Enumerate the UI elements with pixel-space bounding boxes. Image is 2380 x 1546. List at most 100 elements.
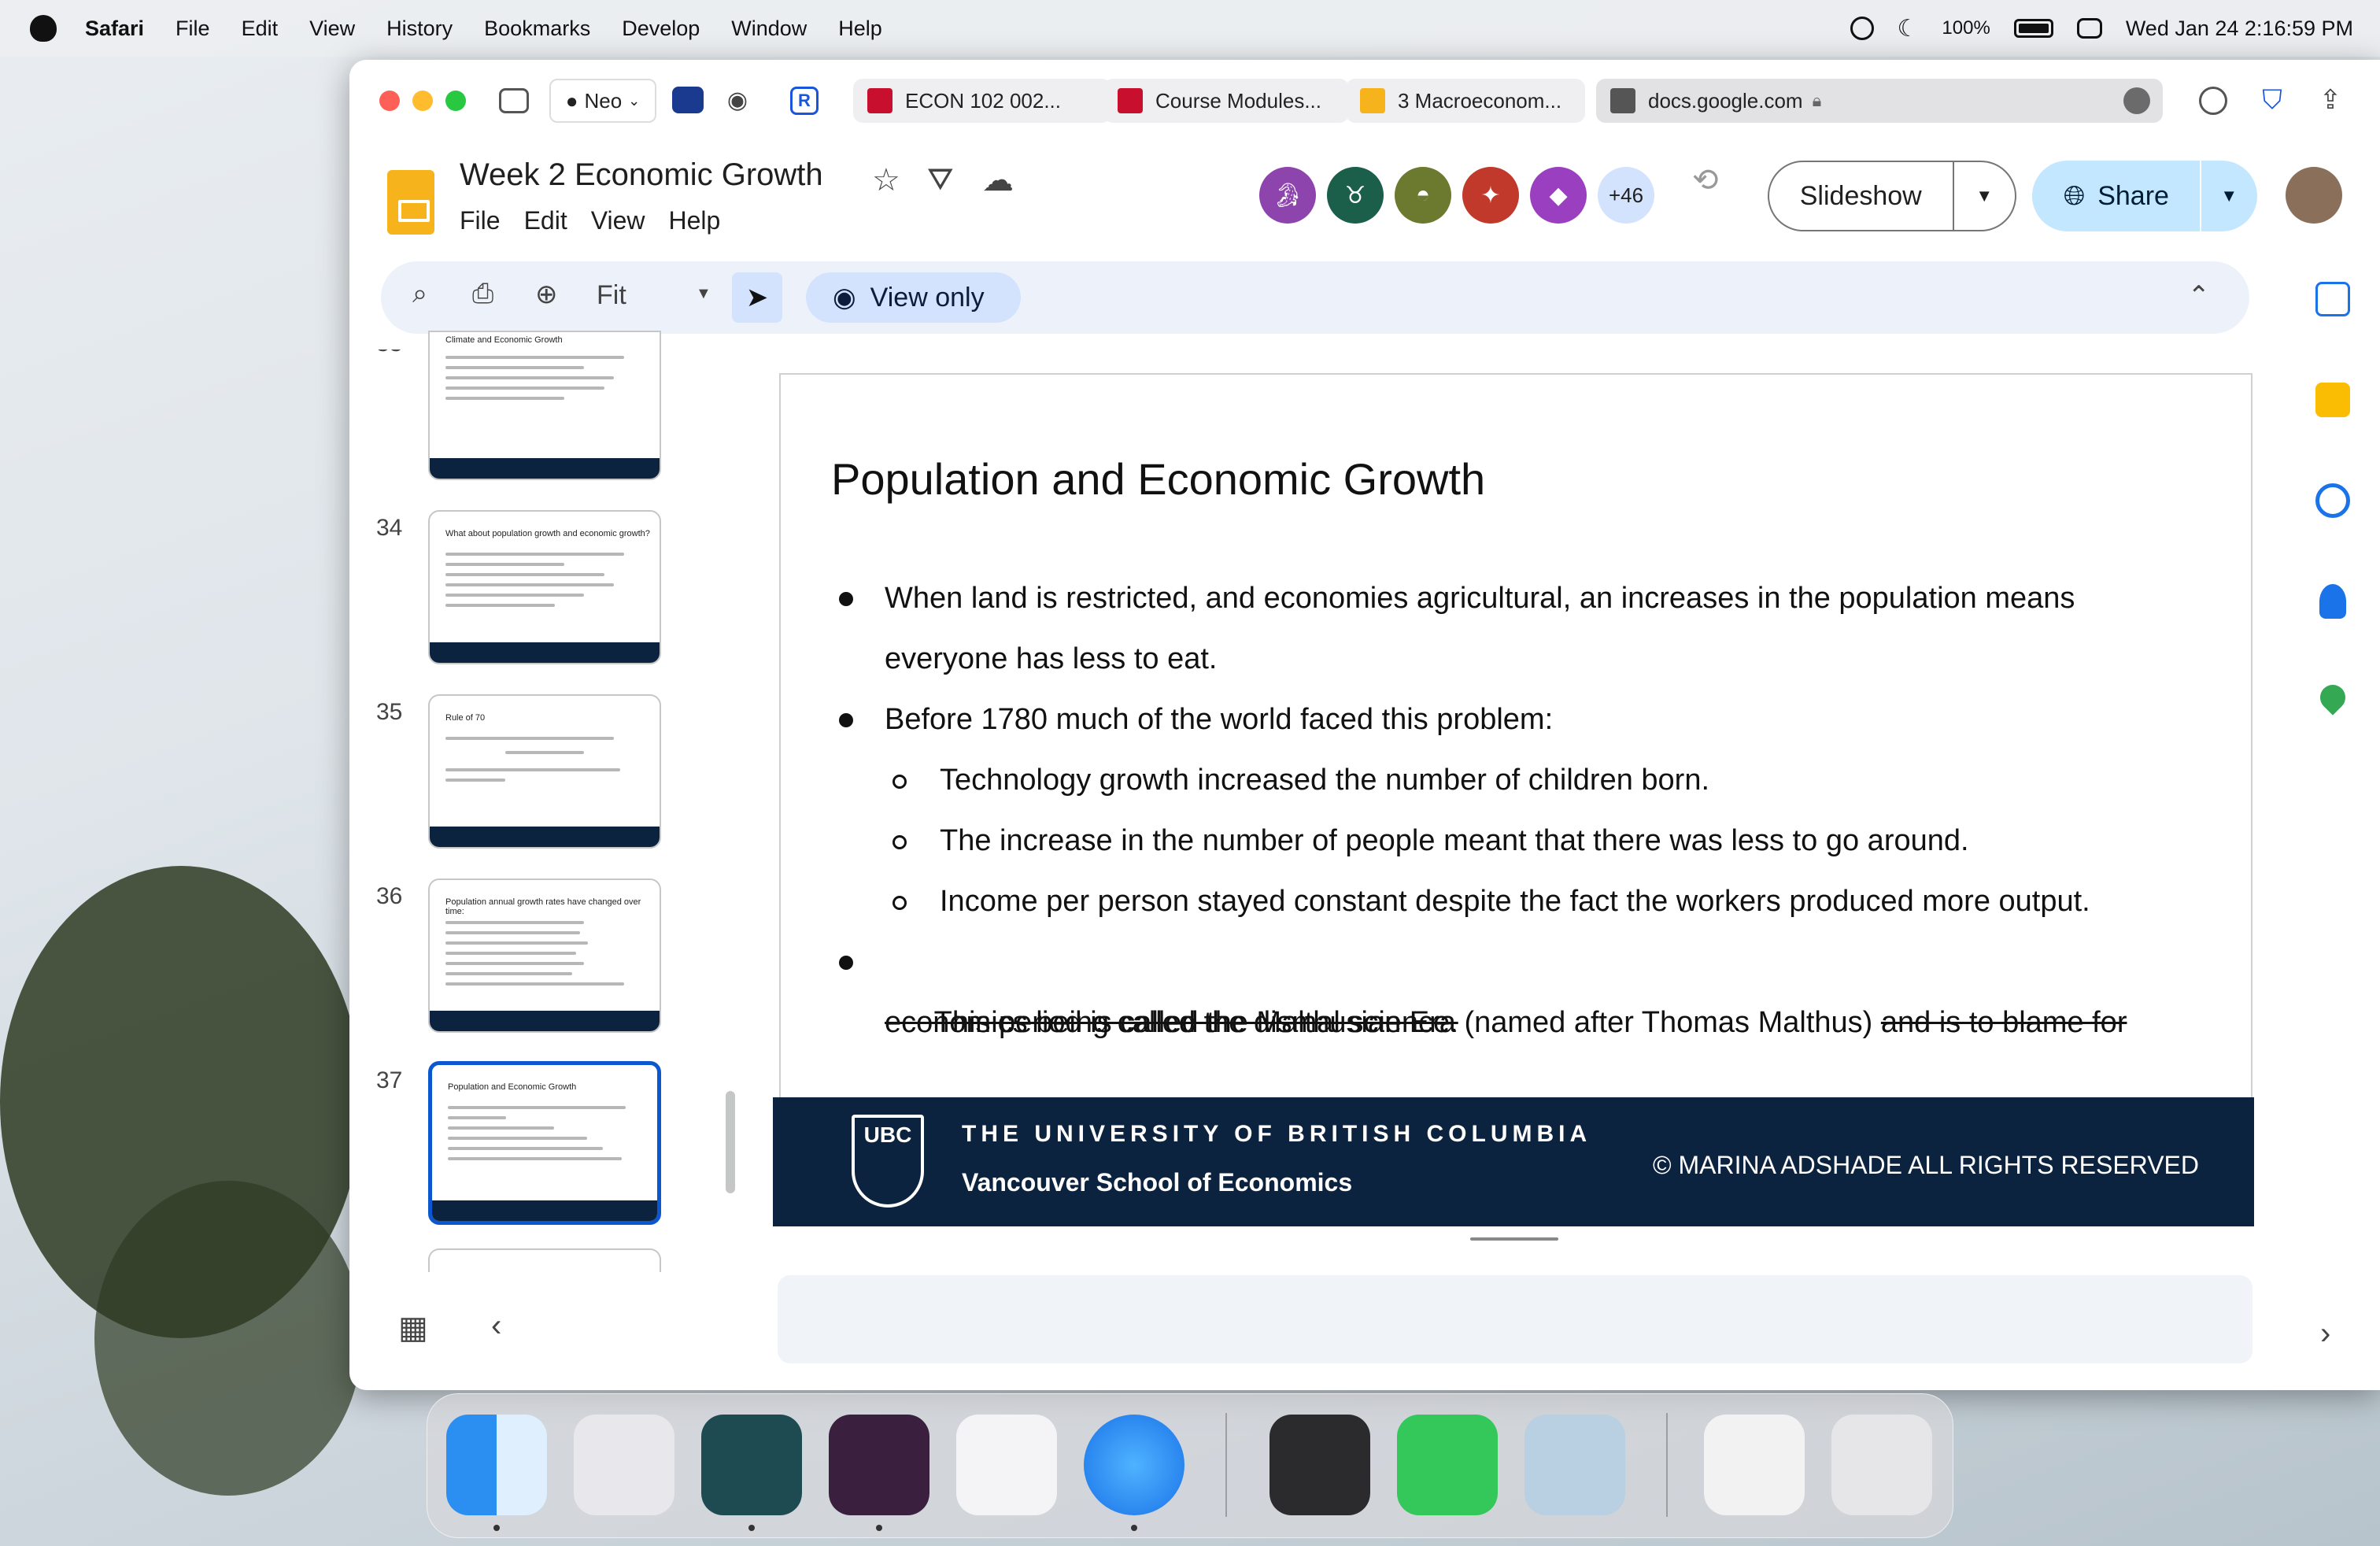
tab-course-modules[interactable]: Course Modules... <box>1103 79 1349 123</box>
clock-datetime[interactable]: Wed Jan 24 2:16:59 PM <box>2126 17 2353 41</box>
profile-switcher[interactable]: ● Neo ⌄ <box>549 79 656 123</box>
share-dropdown-icon[interactable]: ▼ <box>2200 161 2256 231</box>
docs-menu-view[interactable]: View <box>591 206 645 235</box>
tab-macroeconomics[interactable]: 3 Macroeconom... <box>1346 79 1585 123</box>
docs-menu-help[interactable]: Help <box>668 206 720 235</box>
share-button[interactable]: 🌐︎ Share ▼ <box>2032 161 2257 231</box>
slideshow-label: Slideshow <box>1769 162 1954 230</box>
slide-thumbnail[interactable]: Rule of 70 <box>428 694 661 849</box>
safari-window: ● Neo ⌄ ◉ R ECON 102 002... Course Modul… <box>349 60 2380 1390</box>
zoom-window-button[interactable] <box>445 91 466 111</box>
slide-bullet: When land is restricted, and economies a… <box>885 582 2075 615</box>
notchmeister-icon[interactable] <box>956 1415 1057 1515</box>
page-menu-icon[interactable] <box>2123 87 2150 114</box>
docs-menu-edit[interactable]: Edit <box>524 206 567 235</box>
collaborator-avatar[interactable]: ♉︎ <box>1327 167 1384 224</box>
presentation-extension-icon[interactable] <box>672 87 704 113</box>
collapse-filmstrip-icon[interactable]: ‹ <box>491 1308 501 1344</box>
close-tab-icon[interactable] <box>1610 88 1635 113</box>
r-extension-icon[interactable]: R <box>790 87 819 115</box>
control-center-icon[interactable] <box>2076 18 2102 39</box>
account-avatar[interactable] <box>2286 167 2342 224</box>
chevron-down-icon: ⌄ <box>628 92 641 109</box>
owl-extension-icon[interactable]: ◉ <box>719 83 756 117</box>
tab-docs-google[interactable]: docs.google.com 🔒︎ <box>1596 79 2163 123</box>
presentation-title[interactable]: Week 2 Economic Growth <box>460 157 823 193</box>
maps-icon[interactable] <box>2315 679 2351 716</box>
trash-icon[interactable] <box>1831 1415 1932 1515</box>
speaker-notes-area[interactable] <box>778 1275 2252 1363</box>
menu-edit[interactable]: Edit <box>242 17 279 41</box>
menu-view[interactable]: View <box>309 17 355 41</box>
calendar-icon[interactable] <box>2315 282 2350 316</box>
close-window-button[interactable] <box>379 91 400 111</box>
share-sheet-icon[interactable]: ⇪ <box>2312 83 2349 117</box>
battery-icon[interactable] <box>2013 19 2053 38</box>
menu-help[interactable]: Help <box>838 17 882 41</box>
slideshow-button[interactable]: Slideshow ▼ <box>1768 161 2016 231</box>
slide-number: 34 <box>376 515 403 541</box>
select-cursor-icon[interactable]: ➤ <box>732 272 782 323</box>
slide-number: 33 <box>376 331 403 357</box>
address-bar-url[interactable]: docs.google.com <box>1648 89 1803 113</box>
expand-side-panel-icon[interactable]: › <box>2320 1316 2330 1352</box>
menu-window[interactable]: Window <box>731 17 807 41</box>
menu-develop[interactable]: Develop <box>622 17 700 41</box>
menu-file[interactable]: File <box>176 17 210 41</box>
speaker-notes-resize-handle[interactable] <box>1470 1237 1558 1241</box>
version-history-icon[interactable]: ⟲ <box>1692 162 1719 198</box>
slide-thumbnail[interactable] <box>428 1248 661 1272</box>
launchpad-icon[interactable] <box>574 1415 674 1515</box>
print-icon[interactable]: ⎙ <box>472 279 493 309</box>
collaborator-avatar[interactable]: 🐊︎ <box>1259 167 1316 224</box>
collaborator-avatar[interactable]: ✦ <box>1462 167 1519 224</box>
star-icon[interactable]: ☆ <box>872 162 900 198</box>
globe-icon: 🌐︎ <box>2064 180 2086 211</box>
moon-icon[interactable]: ☾ <box>1898 15 1919 43</box>
screen-time-icon[interactable] <box>1850 17 1874 40</box>
person-icon: ● <box>565 88 578 113</box>
more-collaborators-badge[interactable]: +46 <box>1598 167 1654 224</box>
collaborator-avatar[interactable]: ◆ <box>1530 167 1587 224</box>
keep-icon[interactable] <box>2315 383 2350 417</box>
slide-thumbnail[interactable]: Climate and Economic Growth <box>428 331 661 480</box>
safari-icon[interactable] <box>1084 1415 1184 1515</box>
power-app-icon[interactable] <box>829 1415 929 1515</box>
slides-logo-icon[interactable] <box>387 170 434 235</box>
zoom-icon[interactable]: ⊕ <box>535 279 558 310</box>
menu-app-name[interactable]: Safari <box>85 17 144 41</box>
slideshow-dropdown-icon[interactable]: ▼ <box>1954 186 2016 206</box>
finder-icon[interactable] <box>446 1415 547 1515</box>
search-menus-icon[interactable]: ⌕ <box>412 279 427 309</box>
collapse-toolbar-icon[interactable]: ⌃ <box>2188 280 2211 312</box>
chatgpt-icon[interactable] <box>1269 1415 1370 1515</box>
bitwarden-shield-icon[interactable]: ⛉ <box>2254 83 2290 117</box>
docs-menu-file[interactable]: File <box>460 206 501 235</box>
filmstrip-scrollbar[interactable] <box>726 1091 735 1193</box>
slide-number: 37 <box>376 1067 403 1093</box>
collaborator-avatar[interactable]: ◓ <box>1395 167 1451 224</box>
sidebar-toggle-icon[interactable] <box>499 88 529 113</box>
downloads-icon[interactable] <box>2199 87 2227 115</box>
contacts-icon[interactable] <box>2319 584 2346 619</box>
slide-thumbnail[interactable]: Population annual growth rates have chan… <box>428 878 661 1033</box>
apple-menu-icon[interactable] <box>30 15 57 42</box>
view-only-chip[interactable]: ◉ View only <box>806 272 1021 323</box>
battery-percent: 100% <box>1942 17 1990 39</box>
slide-thumbnail[interactable]: What about population growth and economi… <box>428 510 661 664</box>
menu-history[interactable]: History <box>386 17 453 41</box>
move-to-drive-icon[interactable]: ⛛ <box>927 162 954 198</box>
messages-icon[interactable] <box>1397 1415 1498 1515</box>
zoom-dropdown-icon[interactable]: ▼ <box>696 285 711 303</box>
minimize-window-button[interactable] <box>412 91 433 111</box>
grid-view-icon[interactable]: ▦ <box>398 1310 428 1346</box>
menu-bookmarks[interactable]: Bookmarks <box>484 17 590 41</box>
loom-icon[interactable] <box>701 1415 802 1515</box>
slide-thumbnail-selected[interactable]: Population and Economic Growth <box>428 1061 661 1225</box>
cloud-status-icon[interactable]: ☁ <box>982 162 1014 198</box>
recent-document-icon[interactable] <box>1704 1415 1805 1515</box>
tab-econ-102[interactable]: ECON 102 002... <box>853 79 1111 123</box>
zoom-select[interactable]: Fit <box>597 280 626 311</box>
preview-icon[interactable] <box>1524 1415 1625 1515</box>
tasks-icon[interactable] <box>2315 483 2350 518</box>
